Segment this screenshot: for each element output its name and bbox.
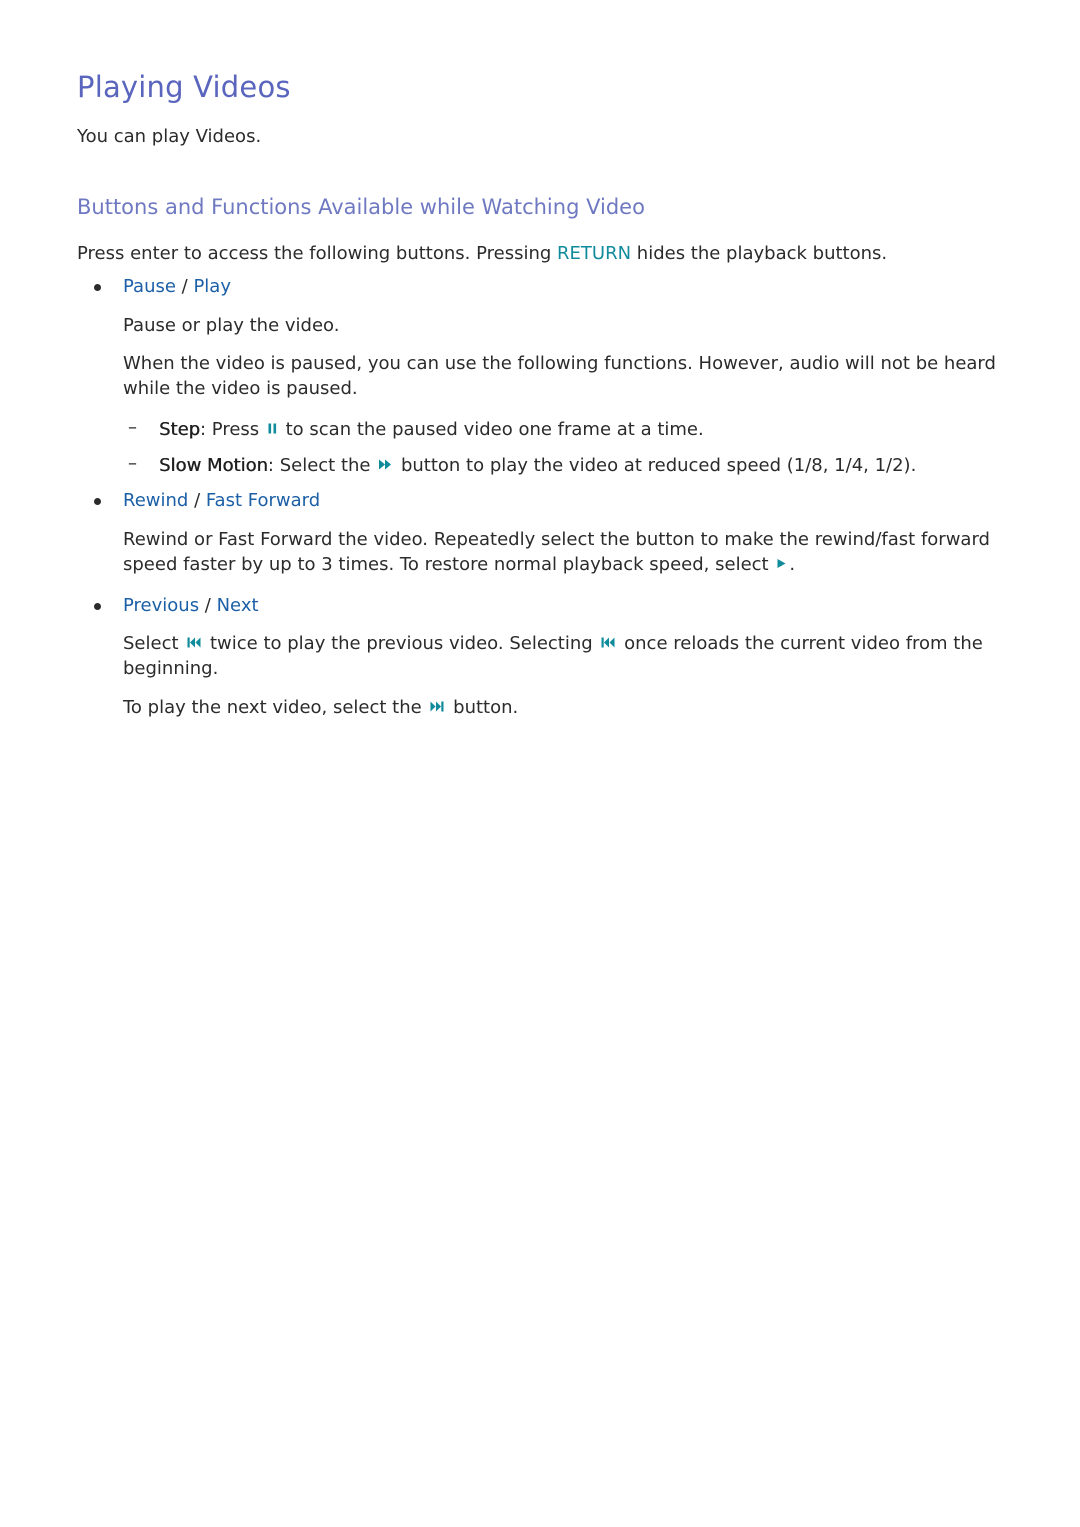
play-label: Play: [193, 276, 231, 297]
skip-previous-icon: [601, 637, 615, 648]
rewind-ff-text: speed faster by up to 3 times. To restor…: [123, 554, 775, 575]
skip-next-icon: [430, 701, 444, 712]
previous-text-end: once reloads the current video from the: [618, 633, 983, 654]
section-intro-text-end: hides the playback buttons.: [631, 243, 888, 264]
step-term: Step: [159, 419, 200, 440]
bullet-icon: [94, 284, 101, 291]
skip-previous-icon: [187, 637, 201, 648]
rewind-label: Rewind: [123, 490, 189, 511]
item-heading-previous-next: Previous / Next: [123, 593, 259, 618]
rewind-ff-description-line2: speed faster by up to 3 times. To restor…: [123, 552, 795, 577]
pause-play-description: Pause or play the video.: [123, 315, 340, 336]
intro-text: You can play Videos.: [77, 126, 262, 147]
item-heading-pause-play: Pause / Play: [123, 274, 231, 299]
step-text-end: to scan the paused video one frame at a …: [279, 419, 704, 440]
item-heading-rewind-ff: Rewind / Fast Forward: [123, 488, 320, 513]
separator: /: [175, 276, 194, 297]
next-label: Next: [216, 595, 259, 616]
subitem-slow-motion: Slow Motion: Select the button to play t…: [159, 453, 916, 478]
section-intro: Press enter to access the following butt…: [77, 241, 887, 266]
slow-motion-text: Select the: [273, 455, 377, 476]
bullet-icon: [94, 603, 101, 610]
pause-label: Pause: [123, 276, 176, 297]
section-title: Buttons and Functions Available while Wa…: [77, 195, 645, 219]
section-intro-text: Press enter to access the following butt…: [77, 243, 558, 264]
paused-functions-description: When the video is paused, you can use th…: [123, 353, 996, 399]
next-text-end: button.: [447, 697, 519, 718]
next-text: To play the next video, select the: [123, 697, 428, 718]
next-description: To play the next video, select the butto…: [123, 695, 518, 720]
previous-text: Select: [123, 633, 185, 654]
previous-description-line1: Select twice to play the previous video.…: [123, 631, 983, 656]
previous-label: Previous: [123, 595, 200, 616]
step-text: Press: [206, 419, 265, 440]
period: .: [789, 554, 796, 575]
fast-forward-label: Fast Forward: [205, 490, 321, 511]
previous-description-line2: beginning.: [123, 658, 219, 679]
fast-forward-icon: [379, 459, 392, 470]
separator: /: [188, 490, 206, 511]
dash-marker: –: [128, 453, 137, 474]
separator: /: [199, 595, 217, 616]
return-keyword: RETURN: [557, 243, 632, 264]
document-page: Playing Videos You can play Videos. Butt…: [0, 0, 1080, 1527]
play-icon: [777, 558, 786, 569]
slow-motion-term: Slow Motion: [159, 455, 268, 476]
rewind-ff-description-line1: Rewind or Fast Forward the video. Repeat…: [123, 529, 990, 550]
previous-text-mid: twice to play the previous video. Select…: [204, 633, 599, 654]
dash-marker: –: [128, 417, 137, 438]
subitem-step: Step: Press to scan the paused video one…: [159, 417, 704, 442]
slow-motion-text-end: button to play the video at reduced spee…: [395, 455, 917, 476]
page-title: Playing Videos: [77, 70, 291, 104]
pause-icon: [268, 423, 277, 434]
bullet-icon: [94, 498, 101, 505]
